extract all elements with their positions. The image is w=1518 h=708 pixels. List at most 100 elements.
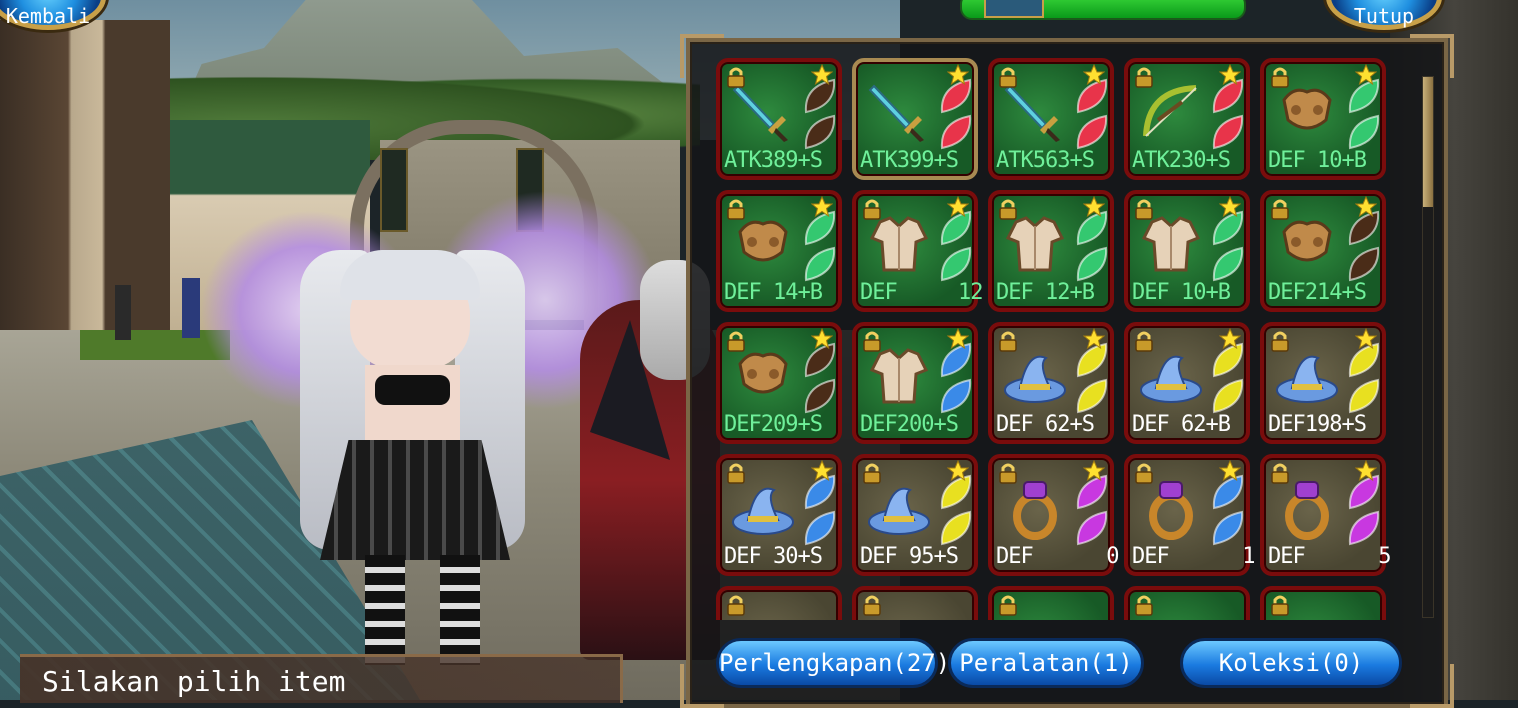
armor-icon (730, 212, 796, 278)
inventory-slot[interactable]: DEF 10+B (1260, 58, 1386, 180)
inventory-slot[interactable]: ATK399+S (852, 58, 978, 180)
lock-icon (997, 462, 1019, 484)
item-stat: DEF 12+B (996, 280, 1095, 305)
message-text: Silakan pilih item (42, 665, 346, 698)
lock-icon (861, 330, 883, 352)
inventory-slot[interactable]: DEF198+S (1260, 322, 1386, 444)
leaf-icon (1342, 472, 1384, 548)
star-icon (1082, 327, 1106, 350)
lock-icon (1269, 594, 1291, 616)
tab-peralatan[interactable]: Peralatan(1) (948, 638, 1144, 688)
inventory-slot[interactable] (716, 586, 842, 620)
leaf-icon (1206, 76, 1248, 152)
star-icon (1218, 63, 1242, 86)
item-stat: DEF 62+S (996, 412, 1095, 437)
leaf-icon (1206, 472, 1248, 548)
star-icon (946, 63, 970, 86)
star-icon (946, 459, 970, 482)
character-leg (440, 555, 480, 665)
item-stat: ATK389+S (724, 148, 823, 173)
item-grid-scrollbar[interactable] (1422, 76, 1434, 618)
lock-icon (861, 594, 883, 616)
lock-icon (997, 594, 1019, 616)
inventory-slot[interactable] (852, 586, 978, 620)
leaf-icon (1342, 76, 1384, 152)
star-icon (1218, 195, 1242, 218)
inventory-slot[interactable]: DEF 0 (988, 454, 1119, 576)
inventory-slot[interactable]: DEF 14+B (716, 190, 842, 312)
inventory-slot[interactable]: DEF 10+B (1124, 190, 1250, 312)
inventory-slot[interactable]: DEF 12+B (988, 190, 1114, 312)
inventory-slot[interactable]: ATK389+S (716, 58, 842, 180)
star-icon (1354, 195, 1378, 218)
tab-koleksi[interactable]: Koleksi(0) (1180, 638, 1402, 688)
sword-icon (1002, 80, 1068, 146)
inventory-slot[interactable] (988, 586, 1114, 620)
leaf-icon (1070, 340, 1112, 416)
star-icon (810, 195, 834, 218)
inventory-slot[interactable]: DEF 1 (1124, 454, 1255, 576)
star-icon (810, 63, 834, 86)
item-stat: DEF 95+S (860, 544, 959, 569)
ring-icon (1002, 476, 1068, 542)
lock-icon (725, 462, 747, 484)
tab-perlengkapan[interactable]: Perlengkapan(27) (716, 638, 950, 688)
shirt-icon (866, 212, 932, 278)
lock-icon (1269, 198, 1291, 220)
npc (182, 278, 200, 338)
lock-icon (1133, 594, 1155, 616)
leaf-icon (1342, 208, 1384, 284)
inventory-slot[interactable] (1124, 586, 1250, 620)
armor-icon (1274, 212, 1340, 278)
inventory-slot[interactable] (1260, 586, 1386, 620)
character-leg (365, 555, 405, 665)
back-button[interactable]: Kembali (0, 0, 106, 30)
item-stat: ATK563+S (996, 148, 1095, 173)
lock-icon (1269, 66, 1291, 88)
item-stat: DEF 30+S (724, 544, 823, 569)
panel-corner-ornament (1410, 34, 1454, 78)
item-stat: ATK230+S (1132, 148, 1231, 173)
inventory-slot[interactable]: DEF209+S (716, 322, 842, 444)
item-stat: DEF214+S (1268, 280, 1367, 305)
leaf-icon (934, 472, 976, 548)
inventory-slot[interactable]: DEF 62+S (988, 322, 1114, 444)
panel-corner-ornament (1410, 664, 1454, 708)
ring-icon (1138, 476, 1204, 542)
inventory-slot[interactable]: DEF 30+S (716, 454, 842, 576)
inventory-slot[interactable]: ATK563+S (988, 58, 1114, 180)
inventory-slot[interactable]: DEF 95+S (852, 454, 978, 576)
bow-icon (1138, 80, 1204, 146)
lock-icon (1269, 330, 1291, 352)
hat-icon (1274, 344, 1340, 410)
leaf-icon (1070, 208, 1112, 284)
star-icon (1354, 459, 1378, 482)
leaf-icon (934, 208, 976, 284)
lock-icon (1269, 462, 1291, 484)
inventory-slot[interactable]: DEF214+S (1260, 190, 1386, 312)
lock-icon (861, 198, 883, 220)
inventory-slot[interactable]: DEF 5 (1260, 454, 1391, 576)
star-icon (810, 459, 834, 482)
item-stat: DEF 10+B (1132, 280, 1231, 305)
star-icon (1082, 195, 1106, 218)
character-bangs (340, 250, 480, 300)
inventory-slot[interactable]: ATK230+S (1124, 58, 1250, 180)
sword-icon (866, 80, 932, 146)
leaf-icon (798, 76, 840, 152)
inventory-slot[interactable]: DEF 62+B (1124, 322, 1250, 444)
scrollbar-thumb[interactable] (1423, 77, 1433, 207)
armor-icon (1274, 80, 1340, 146)
hat-icon (866, 476, 932, 542)
lock-icon (1133, 330, 1155, 352)
inventory-slot[interactable]: DEF 12 (852, 190, 983, 312)
star-icon (1218, 327, 1242, 350)
message-bar: Silakan pilih item (20, 654, 623, 703)
item-stat: DEF198+S (1268, 412, 1367, 437)
item-stat: ATK399+S (860, 148, 959, 173)
star-icon (1354, 63, 1378, 86)
leaf-icon (798, 472, 840, 548)
item-stat: DEF 1 (1132, 544, 1255, 569)
lock-icon (1133, 66, 1155, 88)
inventory-slot[interactable]: DEF200+S (852, 322, 978, 444)
